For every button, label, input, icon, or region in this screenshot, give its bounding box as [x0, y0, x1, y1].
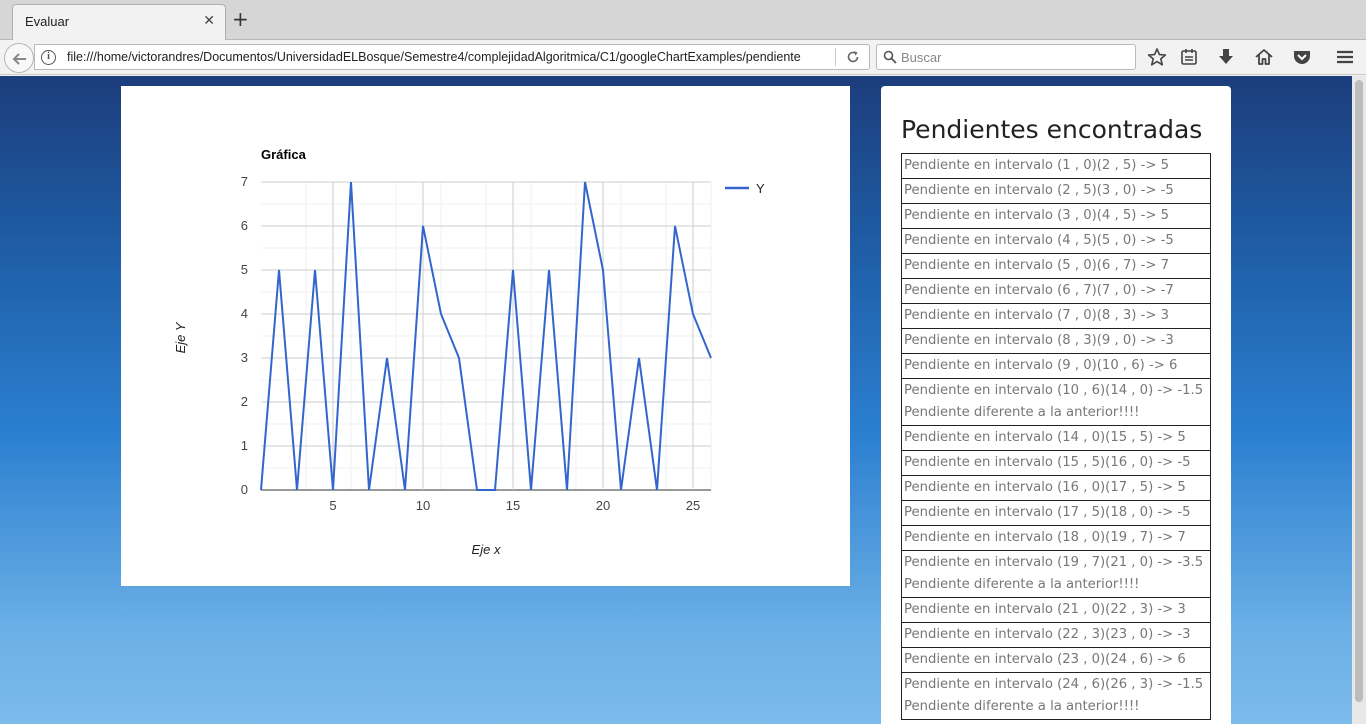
- table-row: Pendiente en intervalo (1 , 0)(2 , 5) ->…: [901, 153, 1211, 179]
- slope-cell: Pendiente en intervalo (14 , 0)(15 , 5) …: [901, 425, 1211, 451]
- slope-cell: Pendiente en intervalo (9 , 0)(10 , 6) -…: [901, 353, 1211, 379]
- slope-cell: Pendiente en intervalo (5 , 0)(6 , 7) ->…: [901, 253, 1211, 279]
- y-tick-label: 3: [241, 350, 248, 365]
- legend-label: Y: [756, 181, 765, 196]
- back-button[interactable]: [4, 43, 34, 73]
- slope-cell: Pendiente en intervalo (23 , 0)(24 , 6) …: [901, 647, 1211, 673]
- url-bar[interactable]: i file:///home/victorandres/Documentos/U…: [34, 44, 870, 70]
- download-icon[interactable]: [1215, 47, 1237, 67]
- table-row: Pendiente en intervalo (15 , 5)(16 , 0) …: [901, 450, 1211, 476]
- table-row: Pendiente en intervalo (2 , 5)(3 , 0) ->…: [901, 178, 1211, 204]
- table-row: Pendiente en intervalo (10 , 6)(14 , 0) …: [901, 378, 1211, 426]
- bookmark-star-icon[interactable]: [1146, 47, 1168, 67]
- table-row: Pendiente en intervalo (4 , 5)(5 , 0) ->…: [901, 228, 1211, 254]
- y-tick-label: 1: [241, 438, 248, 453]
- x-axis-label: Eje x: [472, 542, 501, 557]
- table-row: Pendiente en intervalo (17 , 5)(18 , 0) …: [901, 500, 1211, 526]
- slope-cell: Pendiente en intervalo (17 , 5)(18 , 0) …: [901, 500, 1211, 526]
- table-row: Pendiente en intervalo (9 , 0)(10 , 6) -…: [901, 353, 1211, 379]
- line-chart: 0 1 2 3 4 5 6 7 5 10 15 20 25 Y Gráfica Eje x Eje Y: [173, 147, 765, 557]
- table-row: Pendiente en intervalo (3 , 0)(4 , 5) ->…: [901, 203, 1211, 229]
- table-row: Pendiente en intervalo (14 , 0)(15 , 5) …: [901, 425, 1211, 451]
- chart-title: Gráfica: [261, 147, 307, 162]
- slope-cell: Pendiente en intervalo (22 , 3)(23 , 0) …: [901, 622, 1211, 648]
- pocket-icon[interactable]: [1291, 47, 1313, 67]
- table-row: Pendiente en intervalo (22 , 3)(23 , 0) …: [901, 622, 1211, 648]
- table-row: Pendiente en intervalo (24 , 6)(26 , 3) …: [901, 672, 1211, 720]
- y-tick-label: 7: [241, 174, 248, 189]
- home-icon[interactable]: [1253, 47, 1275, 67]
- slope-cell: Pendiente en intervalo (2 , 5)(3 , 0) ->…: [901, 178, 1211, 204]
- slope-cell: Pendiente en intervalo (21 , 0)(22 , 3) …: [901, 597, 1211, 623]
- slope-cell: Pendiente en intervalo (7 , 0)(8 , 3) ->…: [901, 303, 1211, 329]
- table-row: Pendiente en intervalo (23 , 0)(24 , 6) …: [901, 647, 1211, 673]
- reload-icon[interactable]: [845, 49, 861, 65]
- table-row: Pendiente en intervalo (5 , 0)(6 , 7) ->…: [901, 253, 1211, 279]
- legend[interactable]: Y: [725, 181, 765, 196]
- y-tick-labels: 0 1 2 3 4 5 6 7: [241, 174, 248, 497]
- nav-bar: i file:///home/victorandres/Documentos/U…: [0, 40, 1366, 75]
- url-divider: [835, 48, 836, 66]
- scrollbar-thumb[interactable]: [1355, 80, 1363, 702]
- slope-cell: Pendiente en intervalo (1 , 0)(2 , 5) ->…: [901, 153, 1211, 179]
- x-tick-label: 15: [506, 498, 520, 513]
- slopes-table: Pendiente en intervalo (1 , 0)(2 , 5) ->…: [901, 153, 1211, 720]
- table-row: Pendiente en intervalo (18 , 0)(19 , 7) …: [901, 525, 1211, 551]
- close-tab-icon[interactable]: ✕: [203, 13, 215, 29]
- slope-cell: Pendiente en intervalo (8 , 3)(9 , 0) ->…: [901, 328, 1211, 354]
- table-row: Pendiente en intervalo (21 , 0)(22 , 3) …: [901, 597, 1211, 623]
- slope-cell: Pendiente en intervalo (10 , 6)(14 , 0) …: [901, 378, 1211, 426]
- slope-cell: Pendiente en intervalo (19 , 7)(21 , 0) …: [901, 550, 1211, 598]
- table-row: Pendiente en intervalo (8 , 3)(9 , 0) ->…: [901, 328, 1211, 354]
- table-row: Pendiente en intervalo (7 , 0)(8 , 3) ->…: [901, 303, 1211, 329]
- slope-cell: Pendiente en intervalo (6 , 7)(7 , 0) ->…: [901, 278, 1211, 304]
- search-icon: [883, 50, 897, 64]
- x-tick-label: 5: [329, 498, 336, 513]
- slope-cell: Pendiente en intervalo (18 , 0)(19 , 7) …: [901, 525, 1211, 551]
- menu-icon[interactable]: [1334, 47, 1356, 67]
- panel-title: Pendientes encontradas: [901, 115, 1203, 144]
- x-tick-label: 25: [686, 498, 700, 513]
- chart-card: 0 1 2 3 4 5 6 7 5 10 15 20 25 Y Gráfica Eje x Eje Y: [121, 86, 850, 586]
- table-row: Pendiente en intervalo (6 , 7)(7 , 0) ->…: [901, 278, 1211, 304]
- slope-cell: Pendiente en intervalo (4 , 5)(5 , 0) ->…: [901, 228, 1211, 254]
- search-bar[interactable]: Buscar: [876, 44, 1136, 70]
- slope-cell: Pendiente en intervalo (24 , 6)(26 , 3) …: [901, 672, 1211, 720]
- slope-cell: Pendiente en intervalo (16 , 0)(17 , 5) …: [901, 475, 1211, 501]
- tab-title: Evaluar: [25, 14, 70, 29]
- y-tick-label: 5: [241, 262, 248, 277]
- search-placeholder[interactable]: Buscar: [901, 50, 941, 65]
- y-axis-label: Eje Y: [173, 321, 188, 353]
- y-tick-label: 6: [241, 218, 248, 233]
- back-arrow-icon: [12, 53, 26, 65]
- table-row: Pendiente en intervalo (16 , 0)(17 , 5) …: [901, 475, 1211, 501]
- y-tick-label: 2: [241, 394, 248, 409]
- page-background: 0 1 2 3 4 5 6 7 5 10 15 20 25 Y Gráfica Eje x Eje Y…: [0, 76, 1352, 724]
- info-icon[interactable]: i: [41, 50, 56, 65]
- vertical-scrollbar[interactable]: [1352, 76, 1366, 724]
- x-tick-labels: 5 10 15 20 25: [329, 498, 700, 513]
- new-tab-icon[interactable]: +: [232, 8, 249, 30]
- table-row: Pendiente en intervalo (19 , 7)(21 , 0) …: [901, 550, 1211, 598]
- x-tick-label: 20: [596, 498, 610, 513]
- slope-cell: Pendiente en intervalo (3 , 0)(4 , 5) ->…: [901, 203, 1211, 229]
- slope-cell: Pendiente en intervalo (15 , 5)(16 , 0) …: [901, 450, 1211, 476]
- x-tick-label: 10: [416, 498, 430, 513]
- browser-tab[interactable]: Evaluar ✕: [12, 4, 226, 40]
- url-text[interactable]: file:///home/victorandres/Documentos/Uni…: [67, 50, 812, 64]
- y-tick-label: 0: [241, 482, 248, 497]
- slopes-panel: Pendientes encontradas Pendiente en inte…: [881, 86, 1231, 724]
- y-tick-label: 4: [241, 306, 248, 321]
- reading-list-icon[interactable]: [1178, 47, 1200, 67]
- tab-bar: Evaluar ✕ +: [0, 0, 1366, 40]
